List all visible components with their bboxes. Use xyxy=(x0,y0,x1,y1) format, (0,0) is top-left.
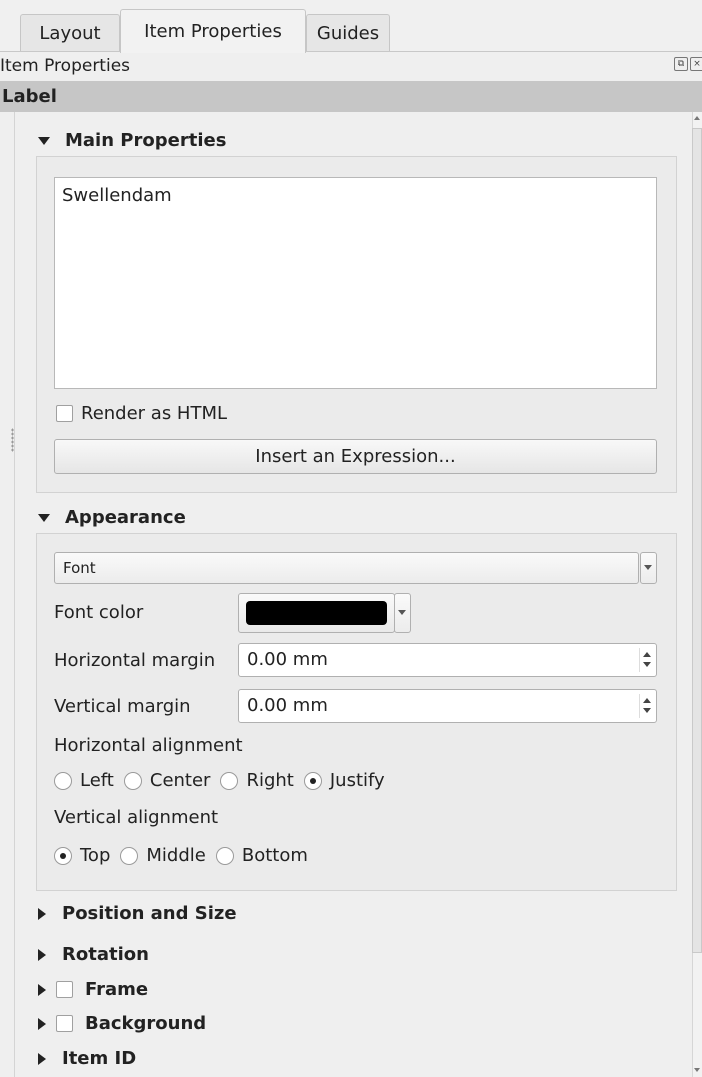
radio-button-selected[interactable] xyxy=(54,846,72,865)
render-html-checkbox[interactable] xyxy=(56,405,73,422)
frame-header[interactable]: Frame xyxy=(38,979,148,1000)
vertical-margin-spinbox[interactable]: 0.00 mm xyxy=(238,689,657,723)
radio-button[interactable] xyxy=(215,846,234,865)
chevron-down-icon xyxy=(644,565,652,570)
background-checkbox[interactable] xyxy=(56,1015,73,1032)
horizontal-alignment-group: Left Center Right Justify xyxy=(54,770,395,791)
valign-bottom-option[interactable]: Bottom xyxy=(215,845,308,866)
vertical-alignment-group: Top Middle Bottom xyxy=(54,845,318,866)
radio-button-selected[interactable] xyxy=(303,771,322,790)
main-properties-title: Main Properties xyxy=(65,130,227,151)
radio-button[interactable] xyxy=(120,846,139,865)
valign-top-option[interactable]: Top xyxy=(54,845,110,866)
font-color-swatch xyxy=(246,601,387,625)
halign-justify-option[interactable]: Justify xyxy=(303,770,385,791)
vertical-alignment-label: Vertical alignment xyxy=(54,807,219,828)
expand-arrow-icon xyxy=(38,1017,46,1030)
rotation-header[interactable]: Rotation xyxy=(38,944,149,965)
tab-layout-label: Layout xyxy=(39,23,101,44)
radio-button[interactable] xyxy=(123,771,142,790)
tab-guides[interactable]: Guides xyxy=(306,14,390,52)
float-dock-icon[interactable]: ⧉ xyxy=(674,57,688,71)
spin-arrows-icon[interactable] xyxy=(639,648,653,672)
item-id-header[interactable]: Item ID xyxy=(38,1048,136,1069)
expand-arrow-icon xyxy=(38,948,46,961)
radio-button[interactable] xyxy=(54,771,72,790)
halign-center-option[interactable]: Center xyxy=(123,770,210,791)
font-color-button[interactable] xyxy=(238,593,395,633)
expand-arrow-icon xyxy=(38,983,46,996)
splitter-grip-icon[interactable] xyxy=(11,428,14,452)
background-header[interactable]: Background xyxy=(38,1013,206,1034)
dock-buttons: ⧉ × xyxy=(674,57,702,71)
collapse-arrow-icon xyxy=(38,136,50,145)
close-dock-icon[interactable]: × xyxy=(690,57,702,71)
vertical-margin-value: 0.00 mm xyxy=(247,695,328,716)
vertical-margin-label: Vertical margin xyxy=(54,696,191,717)
spin-arrows-icon[interactable] xyxy=(639,694,653,718)
appearance-title: Appearance xyxy=(65,507,186,528)
scrollbar-thumb[interactable] xyxy=(692,128,702,953)
tab-guides-label: Guides xyxy=(316,23,380,44)
insert-expression-button[interactable]: Insert an Expression... xyxy=(54,439,657,474)
valign-middle-option[interactable]: Middle xyxy=(120,845,206,866)
horizontal-margin-label: Horizontal margin xyxy=(54,650,216,671)
radio-button[interactable] xyxy=(220,771,239,790)
font-menu-button[interactable] xyxy=(640,552,657,584)
label-text-editor[interactable]: Swellendam xyxy=(54,177,657,389)
frame-checkbox[interactable] xyxy=(56,981,73,998)
tab-divider xyxy=(0,51,702,52)
scroll-up-arrow-icon[interactable] xyxy=(694,116,700,120)
scroll-down-arrow-icon[interactable] xyxy=(694,1068,700,1072)
halign-right-option[interactable]: Right xyxy=(220,770,294,791)
item-type-header: Label xyxy=(0,81,702,112)
tab-item-properties[interactable]: Item Properties xyxy=(120,9,306,53)
render-html-label: Render as HTML xyxy=(81,403,228,424)
font-color-label: Font color xyxy=(54,602,144,623)
position-size-header[interactable]: Position and Size xyxy=(38,903,237,924)
main-properties-header[interactable]: Main Properties xyxy=(38,130,226,151)
font-button[interactable]: Font xyxy=(54,552,639,584)
horizontal-margin-value: 0.00 mm xyxy=(247,649,328,670)
tab-layout[interactable]: Layout xyxy=(20,14,120,52)
appearance-header[interactable]: Appearance xyxy=(38,507,186,528)
panel-left-border xyxy=(14,112,15,1077)
halign-left-option[interactable]: Left xyxy=(54,770,114,791)
horizontal-alignment-label: Horizontal alignment xyxy=(54,735,243,756)
expand-arrow-icon xyxy=(38,1052,46,1065)
collapse-arrow-icon xyxy=(38,513,50,522)
expand-arrow-icon xyxy=(38,907,46,920)
font-color-menu-button[interactable] xyxy=(394,593,411,633)
chevron-down-icon xyxy=(398,610,406,615)
dock-title: Item Properties xyxy=(0,56,131,76)
tab-item-properties-label: Item Properties xyxy=(144,21,282,42)
horizontal-margin-spinbox[interactable]: 0.00 mm xyxy=(238,643,657,677)
render-html-row[interactable]: Render as HTML xyxy=(56,403,227,424)
